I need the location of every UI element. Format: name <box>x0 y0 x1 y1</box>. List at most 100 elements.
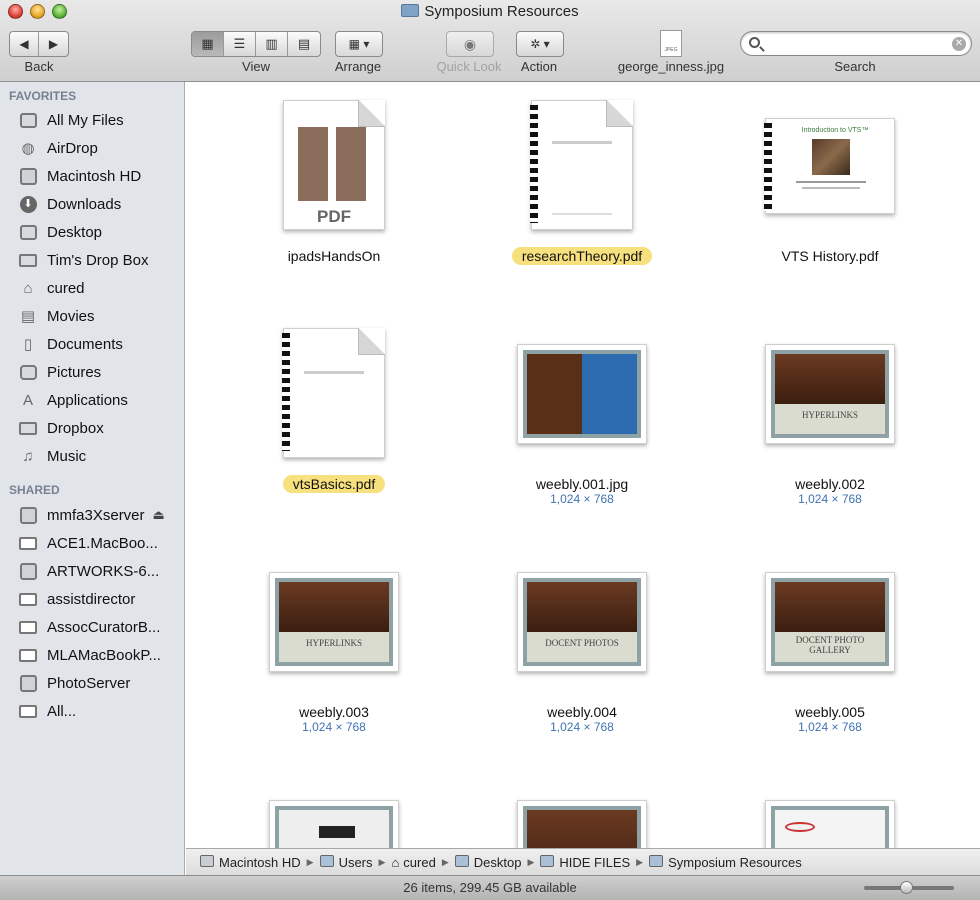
sidebar-item-music[interactable]: ♫ Music <box>18 444 178 468</box>
path-separator-icon: ▶ <box>378 856 386 867</box>
gear-icon: ✲ ▾ <box>530 37 550 51</box>
back-forward-control: ◀ ▶ <box>9 31 69 57</box>
home-icon: ⌂ <box>391 854 400 870</box>
file-label: george_inness.jpg <box>617 59 725 74</box>
path-separator-icon: ▶ <box>306 856 314 867</box>
path-item-cured[interactable]: ⌂ cured <box>391 855 435 870</box>
sidebar-item-mmfa3xserver[interactable]: mmfa3Xserver ⏏ <box>18 503 178 527</box>
image-file-icon <box>269 800 399 848</box>
sidebar-item-mlamacbook[interactable]: MLAMacBookP... <box>18 643 178 667</box>
sidebar-item-ace1-macbook[interactable]: ACE1.MacBoo... <box>18 531 178 555</box>
desktop-icon <box>18 223 38 241</box>
clear-search-icon[interactable]: ✕ <box>952 37 966 51</box>
path-separator-icon: ▶ <box>527 856 535 867</box>
image-file-icon <box>517 344 647 444</box>
quick-look-control: ◉ <box>446 31 494 57</box>
path-separator-icon: ▶ <box>441 856 449 867</box>
file-icon-view: PDF ipadsHandsOn researchTheory.pdf Intr… <box>186 82 980 848</box>
sidebar-item-downloads[interactable]: ⬇ Downloads <box>18 192 178 216</box>
path-item-users[interactable]: Users <box>319 854 373 870</box>
server-icon <box>18 506 38 524</box>
file-name: ipadsHandsOn <box>287 248 381 264</box>
icon-size-slider[interactable] <box>864 881 954 894</box>
file-name: researchTheory.pdf <box>472 247 692 265</box>
sidebar-item-applications[interactable]: A Applications <box>18 388 178 412</box>
column-view-button[interactable]: ▥ <box>256 32 288 56</box>
arrange-menu[interactable]: ▦ ▾ <box>335 31 383 57</box>
action-button[interactable]: ✲ ▾ <box>517 32 563 56</box>
forward-button[interactable]: ▶ <box>39 32 68 56</box>
path-item-symposium-resources[interactable]: Symposium Resources <box>649 854 802 870</box>
folder-icon <box>18 419 38 437</box>
search-field[interactable]: ✕ <box>740 31 972 56</box>
view-mode-control: ▦ ☰ ▥ ▤ <box>191 31 321 57</box>
path-item-macintosh-hd[interactable]: Macintosh HD <box>200 854 301 870</box>
image-dimensions: 1,024 × 768 <box>550 492 614 506</box>
sidebar-item-all-shared[interactable]: All... <box>18 699 178 723</box>
window-toolbar: Symposium Resources ◀ ▶ Back ▦ ☰ ▥ ▤ Vie… <box>0 0 980 82</box>
path-item-desktop[interactable]: Desktop <box>454 854 521 870</box>
all-files-icon <box>18 111 38 129</box>
slider-knob[interactable] <box>900 881 913 894</box>
file-name: VTS History.pdf <box>781 248 879 264</box>
sidebar-item-tims-drop-box[interactable]: Tim's Drop Box <box>18 248 178 272</box>
list-view-button[interactable]: ☰ <box>224 32 256 56</box>
sidebar-item-macintosh-hd[interactable]: Macintosh HD <box>18 164 178 188</box>
search-label: Search <box>834 59 876 74</box>
display-icon <box>18 646 38 664</box>
sidebar-item-pictures[interactable]: Pictures <box>18 360 178 384</box>
sidebar-item-airdrop[interactable]: ◍ AirDrop <box>18 136 178 160</box>
arrange-button[interactable]: ▦ ▾ <box>336 32 382 56</box>
arrange-grid-icon: ▦ ▾ <box>348 37 370 51</box>
file-name: weebly.005 <box>795 704 865 720</box>
sidebar-item-all-my-files[interactable]: All My Files <box>18 108 178 132</box>
icon-view-button[interactable]: ▦ <box>192 32 224 56</box>
sidebar-item-dropbox[interactable]: Dropbox <box>18 416 178 440</box>
sidebar-item-documents[interactable]: ▯ Documents <box>18 332 178 356</box>
sidebar-item-artworks[interactable]: ARTWORKS-6... <box>18 559 178 583</box>
network-icon <box>18 702 38 720</box>
action-label: Action <box>520 59 558 74</box>
search-input[interactable] <box>767 35 947 53</box>
coverflow-view-button[interactable]: ▤ <box>288 32 320 56</box>
window-title: Symposium Resources <box>0 3 980 20</box>
folder-icon <box>18 251 38 269</box>
eject-icon[interactable]: ⏏ <box>153 507 165 523</box>
favorites-heading: FAVORITES <box>9 89 77 103</box>
status-bar: 26 items, 299.45 GB available <box>0 875 980 900</box>
folder-icon <box>540 854 555 867</box>
server-icon <box>18 674 38 692</box>
sidebar-item-cured[interactable]: ⌂ cured <box>18 276 178 300</box>
folder-icon <box>649 854 664 867</box>
sidebar-item-movies[interactable]: ▤ Movies <box>18 304 178 328</box>
image-file-icon: HYPERLINKS <box>269 572 399 672</box>
server-icon <box>18 562 38 580</box>
display-icon <box>18 618 38 636</box>
file-name: weebly.003 <box>299 704 369 720</box>
documents-icon: ▯ <box>23 336 33 353</box>
sidebar-item-desktop[interactable]: Desktop <box>18 220 178 244</box>
path-bar: Macintosh HD ▶ Users ▶ ⌂ cured ▶ Desktop … <box>186 848 980 875</box>
image-file-icon: HYPERLINKS <box>765 344 895 444</box>
file-name: weebly.002 <box>795 476 865 492</box>
shared-heading: SHARED <box>9 483 60 497</box>
list-icon: ☰ <box>233 36 246 51</box>
jpeg-file-icon[interactable]: JPEG <box>660 30 682 57</box>
path-item-hide-files[interactable]: HIDE FILES <box>540 854 630 870</box>
hard-disk-icon <box>200 854 214 867</box>
folder-icon <box>319 854 334 867</box>
pdf-file-icon <box>530 100 633 230</box>
forward-arrow-icon: ▶ <box>48 37 59 51</box>
quick-look-button[interactable]: ◉ <box>447 32 493 56</box>
display-icon <box>18 590 38 608</box>
sidebar-item-assistdirector[interactable]: assistdirector <box>18 587 178 611</box>
downloads-icon: ⬇ <box>18 195 38 213</box>
search-icon <box>749 37 760 48</box>
sidebar: FAVORITES All My Files ◍ AirDrop Macintos… <box>0 82 185 875</box>
sidebar-item-photoserver[interactable]: PhotoServer <box>18 671 178 695</box>
action-menu[interactable]: ✲ ▾ <box>516 31 564 57</box>
image-dimensions: 1,024 × 768 <box>798 492 862 506</box>
image-file-icon <box>517 800 647 848</box>
back-button[interactable]: ◀ <box>10 32 39 56</box>
sidebar-item-assoccurator[interactable]: AssocCuratorB... <box>18 615 178 639</box>
